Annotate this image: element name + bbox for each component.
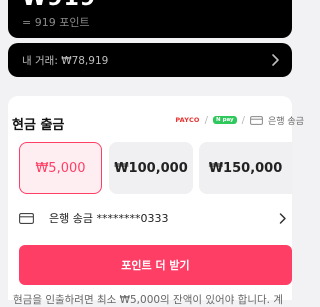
- amount-option-5000[interactable]: ₩5,000: [19, 142, 102, 194]
- npay-logo: N pay: [213, 116, 237, 124]
- transaction-history-bar[interactable]: 내 거래: ₩78,919: [8, 43, 292, 77]
- payment-methods: PAYCO / N pay / 은행 송금: [175, 113, 304, 127]
- balance-points: = 919 포인트: [22, 16, 90, 29]
- bank-account-label: 은행 송금 ********0333: [49, 212, 169, 225]
- chevron-right-icon: [272, 54, 279, 66]
- card-icon: [250, 115, 263, 125]
- method-separator: /: [204, 114, 209, 126]
- balance-card: ₩919 = 919 포인트: [8, 0, 292, 38]
- method-separator: /: [241, 114, 246, 126]
- chevron-right-icon: [279, 212, 286, 224]
- transaction-history-label: 내 거래: ₩78,919: [22, 54, 109, 67]
- amount-option-150000[interactable]: ₩150,000: [199, 142, 292, 194]
- withdraw-title: 현금 출금: [12, 118, 65, 133]
- balance-amount: ₩919: [22, 0, 96, 11]
- card-icon: [19, 212, 34, 224]
- bank-account-row[interactable]: 은행 송금 ********0333: [17, 205, 287, 231]
- bank-transfer-method: 은행 송금: [268, 116, 304, 127]
- amount-option-100000[interactable]: ₩100,000: [109, 142, 193, 194]
- payco-logo: PAYCO: [175, 116, 200, 124]
- get-more-points-button[interactable]: 포인트 더 받기: [19, 245, 292, 285]
